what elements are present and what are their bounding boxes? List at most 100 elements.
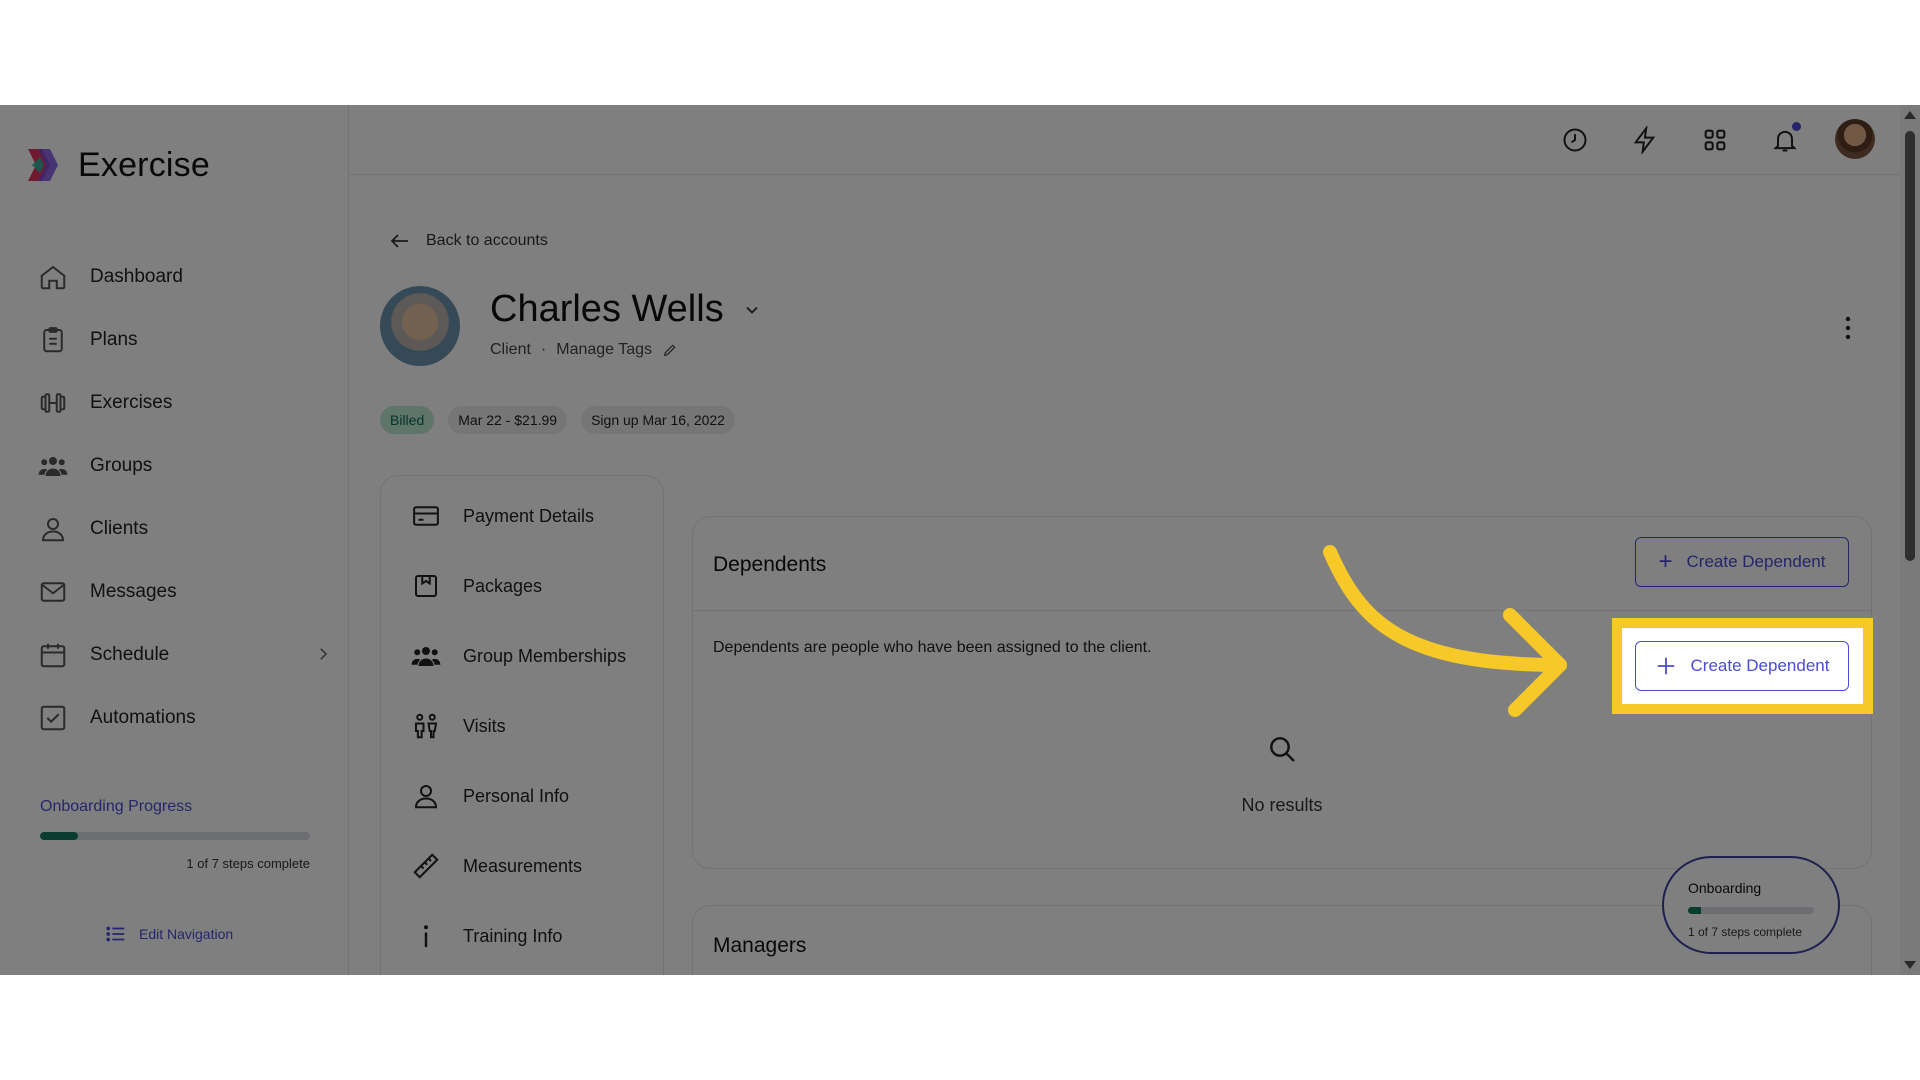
status-badge: Billed [380,406,435,434]
create-dependent-button[interactable]: Create Dependent [1635,641,1849,691]
home-icon [40,265,66,289]
arrow-left-icon [390,234,408,248]
edit-navigation-link[interactable]: Edit Navigation [105,923,233,945]
subnav-visits[interactable]: Visits [411,711,506,741]
subnav-label: Visits [463,715,506,736]
topbar [350,105,1900,175]
person-icon [414,785,438,809]
chevron-down-icon[interactable] [742,300,762,320]
dependents-title: Dependents [713,553,827,576]
subnav-training-info[interactable]: Training Info [411,921,562,951]
history-button[interactable] [1557,122,1593,158]
clipboard-icon [43,326,63,352]
notification-dot [1792,122,1801,131]
client-tags: Billed Mar 22 - $21.99 Sign up Mar 16, 2… [380,406,735,434]
create-dependent-label: Create Dependent [1690,656,1830,675]
sidebar-item-label: Plans [90,328,138,350]
callout-arrow-icon [1323,545,1567,717]
sidebar-item-clients[interactable]: Clients [38,497,318,560]
scroll-down-arrow[interactable] [1904,961,1916,969]
client-role: Client [490,341,531,358]
sidebar-item-groups[interactable]: Groups [38,434,318,497]
onboarding-widget[interactable]: Onboarding 1 of 7 steps complete [1662,856,1840,954]
managers-title: Managers [713,934,807,957]
billing-badge: Mar 22 - $21.99 [448,406,568,434]
manage-tags-link[interactable]: Manage Tags [556,341,652,359]
logo-icon [28,149,58,181]
sidebar-item-schedule[interactable]: Schedule [38,623,328,686]
user-icon [41,517,65,541]
empty-state-text: No results [1241,795,1323,815]
onboarding-progress[interactable]: Onboarding Progress 1 of 7 steps complet… [40,798,310,871]
onboarding-widget-steps: 1 of 7 steps complete [1688,925,1803,939]
separator-dot: · [540,341,547,358]
onboarding-steps: 1 of 7 steps complete [186,856,310,871]
users-icon [38,456,68,476]
pencil-icon[interactable] [662,342,678,358]
grid-icon [1704,129,1726,151]
sidebar-item-dashboard[interactable]: Dashboard [38,245,318,308]
group-icon [411,647,441,666]
create-dependent-label: Create Dependent [1686,552,1826,571]
plus-icon [1657,657,1674,675]
highlight-frame: Create Dependent [1612,618,1873,714]
sidebar-item-label: Groups [90,454,153,476]
app-window: Exercise Dashboard Plans Exercises Group… [0,105,1920,975]
notifications-button[interactable] [1767,122,1803,158]
subnav-label: Measurements [463,855,583,876]
onboarding-widget-title: Onboarding [1688,880,1762,896]
visits-icon [415,713,438,739]
sidebar-item-messages[interactable]: Messages [38,560,318,623]
sidebar-item-exercises[interactable]: Exercises [38,371,318,434]
sidebar-nav: Dashboard Plans Exercises Groups Clients… [38,245,328,749]
progress-fill [40,832,78,840]
subnav-label: Group Memberships [463,645,627,666]
sidebar-item-label: Clients [90,517,149,539]
more-options-icon[interactable] [1838,313,1858,343]
back-to-accounts-link[interactable]: Back to accounts [388,229,548,253]
ruler-icon [413,853,439,879]
user-avatar[interactable] [1835,119,1875,159]
subnav-label: Personal Info [463,785,570,806]
info-icon [424,925,428,948]
sidebar-item-label: Schedule [90,643,170,665]
sidebar: Exercise Dashboard Plans Exercises Group… [0,105,349,975]
back-label: Back to accounts [426,232,548,249]
sidebar-item-label: Dashboard [90,265,183,287]
subnav-group-memberships[interactable]: Group Memberships [411,641,626,671]
sidebar-item-automations[interactable]: Automations [38,686,318,749]
subnav-label: Packages [463,575,543,596]
dependents-description: Dependents are people who have been assi… [713,639,1152,656]
client-subline: Client · Manage Tags [490,341,678,359]
scroll-thumb[interactable] [1905,131,1915,561]
app-name: Exercise [78,145,210,184]
credit-card-icon [413,506,439,526]
subnav-label: Payment Details [463,505,595,526]
sidebar-item-plans[interactable]: Plans [38,308,318,371]
dumbbell-icon [40,392,66,413]
create-dependent-button-underlay: + Create Dependent [1635,537,1849,587]
chevron-right-icon[interactable] [314,645,332,663]
list-icon [106,926,125,942]
client-subnav: Payment Details Packages Group Membershi… [380,475,664,975]
subnav-personal-info[interactable]: Personal Info [411,781,569,811]
progress-fill [1688,907,1701,914]
apps-button[interactable] [1697,122,1733,158]
onboarding-widget-bar [1688,907,1814,914]
subnav-measurements[interactable]: Measurements [411,851,582,881]
brand[interactable]: Exercise [24,145,210,185]
search-icon [1270,737,1295,762]
scroll-up-arrow[interactable] [1904,111,1916,119]
quick-actions-button[interactable] [1627,122,1663,158]
plus-icon: + [1658,548,1673,575]
client-name-selector[interactable]: Charles Wells [490,288,762,331]
vertical-scrollbar[interactable] [1900,105,1920,975]
subnav-packages[interactable]: Packages [411,571,542,601]
subnav-payment-details[interactable]: Payment Details [411,501,594,531]
clock-icon [1563,128,1587,152]
signup-badge: Sign up Mar 16, 2022 [581,406,735,434]
onboarding-progress-title: Onboarding Progress [40,798,193,815]
sidebar-item-label: Automations [90,706,196,728]
client-avatar [380,286,460,366]
sidebar-item-label: Exercises [90,391,173,413]
